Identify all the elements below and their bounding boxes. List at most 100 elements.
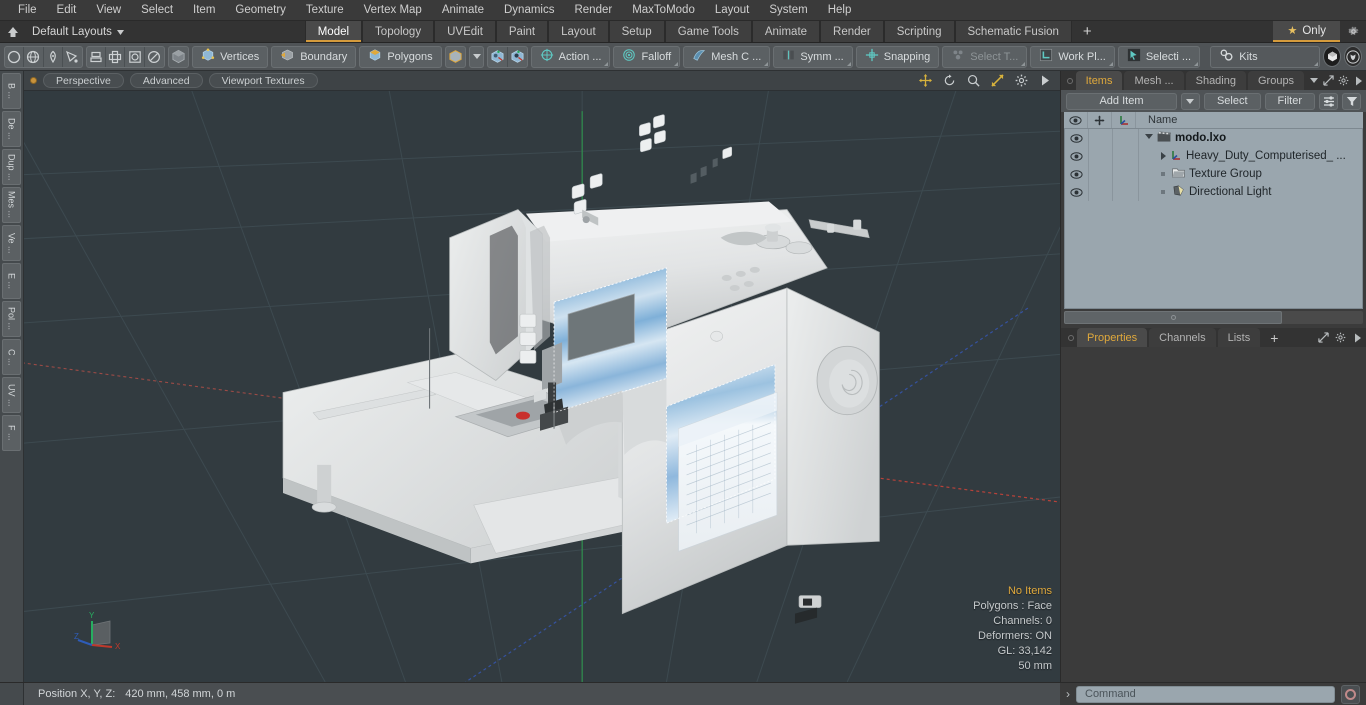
modo-badge-icon[interactable]	[1323, 46, 1342, 67]
tab-paint[interactable]: Paint	[495, 21, 549, 42]
eye-icon[interactable]	[1064, 112, 1088, 128]
tab-model[interactable]: Model	[304, 21, 363, 42]
gear-icon[interactable]	[1336, 71, 1351, 90]
tab-groups[interactable]: Groups	[1247, 71, 1305, 90]
tab-setup[interactable]: Setup	[608, 21, 665, 42]
row-axis-cell[interactable]	[1113, 129, 1139, 147]
selection-mode-vertices[interactable]: Vertices	[192, 45, 269, 68]
list-options-icon[interactable]	[1319, 92, 1338, 110]
globe-icon[interactable]	[24, 46, 44, 67]
row-axis-cell[interactable]	[1113, 183, 1139, 201]
tab-items[interactable]: Items	[1075, 71, 1123, 90]
tab-scripting[interactable]: Scripting	[883, 21, 955, 42]
row-move-cell[interactable]	[1089, 183, 1113, 201]
curve-icon[interactable]	[63, 47, 82, 67]
menu-item-animate[interactable]: Animate	[432, 2, 494, 18]
menu-item-maxtomodo[interactable]: MaxToModo	[622, 2, 705, 18]
work-plane-button[interactable]: Work Pl...	[1030, 45, 1115, 68]
home-icon[interactable]	[0, 21, 26, 42]
circle-icon[interactable]	[5, 46, 25, 67]
vrail-tab-polygon[interactable]: Pol ...	[2, 301, 21, 337]
menu-item-select[interactable]: Select	[131, 2, 183, 18]
menu-item-view[interactable]: View	[86, 2, 131, 18]
list-item-mesh[interactable]: Heavy_Duty_Computerised_ ...	[1139, 149, 1362, 164]
selection-mode-boundary[interactable]: Boundary	[271, 45, 357, 68]
tab-layout[interactable]: Layout	[548, 21, 609, 42]
pen-icon[interactable]	[44, 46, 63, 67]
tab-topology[interactable]: Topology	[362, 21, 435, 42]
play-arrow-icon[interactable]	[1036, 73, 1054, 89]
expand-icon[interactable]	[1321, 71, 1336, 90]
gear-icon[interactable]	[1012, 73, 1030, 89]
row-move-cell[interactable]	[1089, 165, 1113, 183]
list-item-texture-group[interactable]: Texture Group	[1139, 167, 1362, 181]
select-button[interactable]: Select	[1203, 92, 1261, 110]
snap-cube-a-icon[interactable]	[488, 46, 508, 67]
vrail-tab-deform[interactable]: De ...	[2, 111, 21, 147]
row-move-cell[interactable]	[1089, 147, 1113, 165]
move-icon[interactable]	[916, 73, 934, 89]
viewport-shading-button[interactable]: Advanced	[129, 73, 203, 88]
gear-icon[interactable]	[1332, 328, 1349, 347]
eye-icon[interactable]	[1065, 165, 1089, 183]
select-through-button[interactable]: Select T...	[942, 45, 1028, 68]
fit-icon[interactable]	[988, 73, 1006, 89]
chevron-down-icon[interactable]	[1145, 133, 1153, 143]
vrail-tab-duplicate[interactable]: Dup ...	[2, 149, 21, 185]
vrail-tab-vertex[interactable]: Ve ...	[2, 225, 21, 261]
radial-icon[interactable]	[145, 47, 164, 67]
rotate-icon[interactable]	[940, 73, 958, 89]
kits-button[interactable]: Kits	[1210, 45, 1321, 68]
axis-icon[interactable]	[1112, 112, 1136, 128]
tab-lists[interactable]: Lists	[1217, 328, 1261, 347]
menu-item-layout[interactable]: Layout	[705, 2, 760, 18]
menu-item-vertex-map[interactable]: Vertex Map	[354, 2, 432, 18]
frame-icon[interactable]	[125, 46, 145, 67]
zoom-icon[interactable]	[964, 73, 982, 89]
tab-game-tools[interactable]: Game Tools	[664, 21, 752, 42]
tab-channels[interactable]: Channels	[1149, 328, 1216, 347]
eye-icon[interactable]	[1065, 129, 1089, 147]
menu-item-geometry[interactable]: Geometry	[225, 2, 296, 18]
command-input[interactable]: Command	[1076, 685, 1335, 703]
row-move-cell[interactable]	[1089, 129, 1113, 147]
table-row[interactable]: Directional Light	[1065, 183, 1362, 201]
tab-animate[interactable]: Animate	[751, 21, 821, 42]
snapping-button[interactable]: Snapping	[855, 45, 940, 68]
item-list[interactable]: modo.lxo Heavy_Duty_Computerised_ ... Te…	[1064, 129, 1363, 309]
row-axis-cell[interactable]	[1113, 147, 1139, 165]
only-toggle-button[interactable]: ★ Only	[1273, 21, 1341, 42]
item-list-horizontal-scrollbar[interactable]	[1064, 311, 1363, 324]
funnel-icon[interactable]	[1342, 92, 1361, 110]
falloff-button[interactable]: Falloff	[613, 45, 681, 68]
add-item-button[interactable]: Add Item	[1066, 92, 1177, 110]
table-row[interactable]: Heavy_Duty_Computerised_ ...	[1065, 147, 1362, 165]
cube-mode-dropdown[interactable]	[468, 45, 485, 68]
gear-icon[interactable]	[1340, 21, 1366, 42]
menu-item-render[interactable]: Render	[564, 2, 622, 18]
tab-schematic-fusion[interactable]: Schematic Fusion	[954, 21, 1072, 42]
chevron-right-icon[interactable]	[1161, 152, 1166, 160]
table-row[interactable]: modo.lxo	[1065, 129, 1362, 147]
viewport-projection-button[interactable]: Perspective	[43, 73, 124, 88]
tab-render[interactable]: Render	[820, 21, 884, 42]
vrail-tab-fusion[interactable]: F ...	[2, 415, 21, 451]
mesh-constraint-button[interactable]: Mesh C ...	[683, 45, 771, 68]
align-icon[interactable]	[87, 46, 107, 67]
row-axis-cell[interactable]	[1113, 165, 1139, 183]
tab-mesh-ops[interactable]: Mesh ...	[1124, 71, 1184, 90]
add-panel-tab-button[interactable]: +	[1262, 328, 1286, 347]
center-icon[interactable]	[106, 46, 126, 67]
list-item-root[interactable]: modo.lxo	[1139, 131, 1362, 145]
selection-mode-polygons[interactable]: Polygons	[359, 45, 442, 68]
menu-item-help[interactable]: Help	[818, 2, 862, 18]
menu-item-file[interactable]: File	[8, 2, 47, 18]
menu-item-item[interactable]: Item	[183, 2, 225, 18]
menu-item-edit[interactable]: Edit	[47, 2, 87, 18]
play-arrow-icon[interactable]	[1351, 71, 1366, 90]
eye-icon[interactable]	[1065, 183, 1089, 201]
vrail-tab-basic[interactable]: B ...	[2, 73, 21, 109]
filter-button[interactable]: Filter	[1264, 92, 1315, 110]
menu-item-dynamics[interactable]: Dynamics	[494, 2, 564, 18]
action-center-button[interactable]: Action ...	[530, 45, 611, 68]
